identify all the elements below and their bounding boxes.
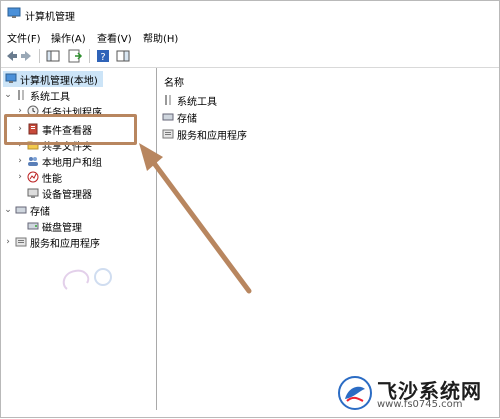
system-tools-icon bbox=[165, 95, 171, 105]
list-item-services-apps[interactable]: 服务和应用程序 bbox=[162, 126, 247, 142]
back-arrow-icon[interactable] bbox=[3, 48, 19, 64]
list-item-label: 服务和应用程序 bbox=[177, 130, 247, 142]
tree-item-label: 磁盘管理 bbox=[42, 222, 82, 234]
tree-item-system-tools[interactable]: ⌄ 系统工具 bbox=[3, 87, 70, 103]
chevron-down-icon[interactable]: ⌄ bbox=[3, 90, 13, 100]
computer-management-window: 计算机管理 文件(F) 操作(A) 查看(V) 帮助(H) ? 计算机管理(本地… bbox=[0, 0, 500, 418]
chevron-down-icon[interactable]: ⌄ bbox=[3, 205, 13, 215]
tree-item-storage[interactable]: ⌄ 存储 bbox=[3, 202, 50, 218]
site-watermark: 飞沙系统网 www.fs0745.com bbox=[333, 373, 493, 413]
menu-action[interactable]: 操作(A) bbox=[51, 30, 86, 45]
storage-icon bbox=[15, 206, 27, 214]
watermark-url: www.fs0745.com bbox=[377, 399, 463, 410]
chevron-right-icon[interactable]: › bbox=[15, 156, 25, 166]
show-hide-action-pane-icon[interactable] bbox=[115, 48, 131, 64]
tree-item-performance[interactable]: › 性能 bbox=[15, 169, 62, 185]
tree-root-label: 计算机管理(本地) bbox=[20, 75, 98, 87]
details-pane: 名称 系统工具 存储 服务和应用程序 bbox=[158, 68, 499, 410]
export-list-icon[interactable] bbox=[67, 48, 83, 64]
brand-logo-icon bbox=[338, 376, 372, 410]
menu-file[interactable]: 文件(F) bbox=[7, 30, 41, 45]
tree-item-label: 服务和应用程序 bbox=[30, 238, 100, 250]
tree-item-label: 系统工具 bbox=[30, 91, 70, 103]
column-header-name[interactable]: 名称 bbox=[164, 74, 184, 89]
list-item-system-tools[interactable]: 系统工具 bbox=[162, 92, 217, 108]
tree-item-services-apps[interactable]: › 服务和应用程序 bbox=[3, 234, 100, 250]
tree-item-local-users-groups[interactable]: › 本地用户和组 bbox=[15, 153, 102, 169]
menu-help[interactable]: 帮助(H) bbox=[143, 30, 178, 45]
menu-view[interactable]: 查看(V) bbox=[97, 30, 132, 45]
menu-bar: 文件(F) 操作(A) 查看(V) 帮助(H) bbox=[1, 27, 499, 45]
list-item-label: 存储 bbox=[177, 113, 197, 125]
computer-management-icon bbox=[7, 7, 21, 18]
tree-item-label: 设备管理器 bbox=[42, 189, 92, 201]
services-icon bbox=[15, 237, 27, 247]
tree-item-label: 本地用户和组 bbox=[42, 157, 102, 169]
tree-item-label: 性能 bbox=[42, 173, 62, 185]
help-icon[interactable]: ? bbox=[95, 48, 111, 64]
list-item-label: 系统工具 bbox=[177, 96, 217, 108]
svg-text:?: ? bbox=[100, 52, 105, 63]
chevron-right-icon[interactable]: › bbox=[3, 237, 13, 247]
users-icon bbox=[28, 157, 38, 166]
tree-item-disk-management[interactable]: 磁盘管理 bbox=[25, 218, 82, 234]
faint-watermark-logo bbox=[62, 268, 112, 290]
computer-management-icon bbox=[5, 73, 17, 83]
toolbar-separator bbox=[89, 49, 90, 63]
tree-item-label: 存储 bbox=[30, 206, 50, 218]
show-hide-console-tree-icon[interactable] bbox=[45, 48, 61, 64]
tree-item-device-manager[interactable]: 设备管理器 bbox=[25, 185, 92, 201]
services-icon bbox=[162, 129, 174, 139]
device-manager-icon bbox=[27, 188, 39, 198]
title-bar: 计算机管理 bbox=[1, 1, 499, 27]
highlight-box bbox=[4, 114, 137, 145]
storage-icon bbox=[162, 113, 174, 121]
performance-icon bbox=[27, 171, 39, 183]
toolbar: ? bbox=[1, 45, 499, 68]
forward-arrow-icon[interactable] bbox=[19, 48, 35, 64]
toolbar-separator bbox=[39, 49, 40, 63]
system-tools-icon bbox=[18, 90, 24, 100]
list-item-storage[interactable]: 存储 bbox=[162, 109, 197, 125]
disk-icon bbox=[27, 222, 39, 230]
window-title: 计算机管理 bbox=[25, 12, 75, 23]
tree-root[interactable]: 计算机管理(本地) bbox=[3, 71, 103, 87]
chevron-right-icon[interactable]: › bbox=[15, 172, 25, 182]
